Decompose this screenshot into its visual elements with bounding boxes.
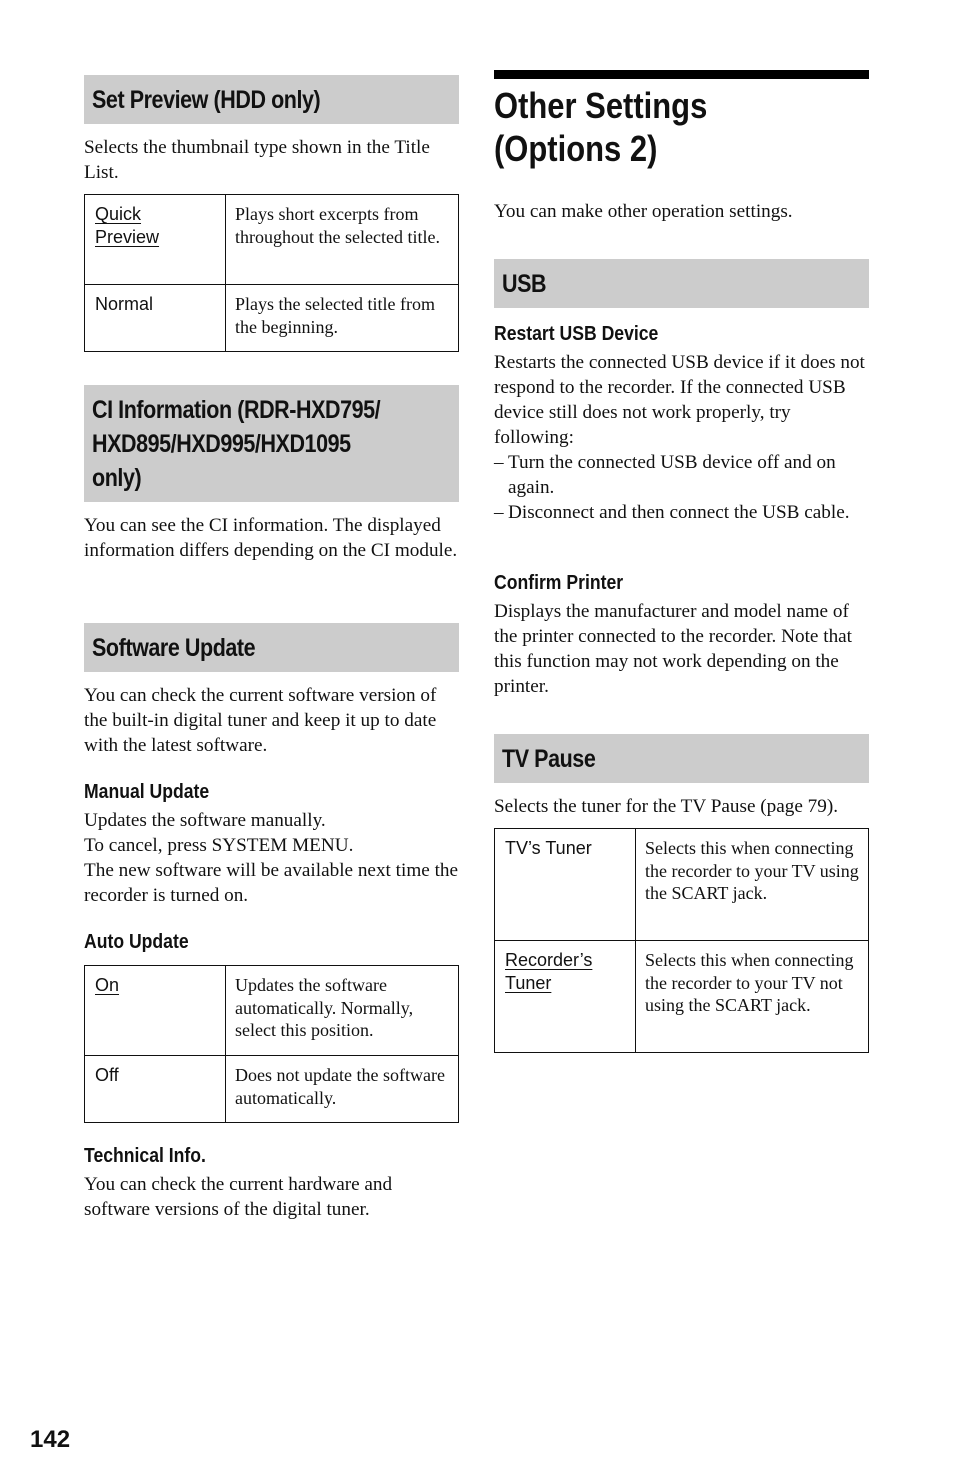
section-heading-tv-pause: TV Pause [494, 734, 869, 783]
table-row: TV’s Tuner Selects this when connecting … [494, 828, 869, 941]
page-title: Other Settings (Options 2) [494, 85, 708, 169]
table-row: Recorder’s Tuner Selects this when conne… [494, 940, 869, 1053]
section-heading-usb: USB [494, 259, 869, 308]
option-description: Plays short excerpts from throughout the… [225, 194, 459, 285]
confirm-printer-body: Displays the manufacturer and model name… [494, 601, 853, 697]
option-description: Does not update the software automatical… [225, 1055, 459, 1123]
option-description: Selects this when connecting the recorde… [635, 940, 869, 1053]
option-key-off: Off [84, 1055, 226, 1123]
auto-update-options-table: On Updates the software automatically. N… [84, 965, 459, 1123]
option-key-tvs-tuner: TV’s Tuner [494, 828, 636, 941]
subheading-auto-update: Auto Update [84, 931, 189, 953]
subheading-restart-usb-device: Restart USB Device [494, 323, 659, 345]
option-key-on: On [84, 965, 226, 1056]
option-key-quick-preview: Quick Preview [84, 194, 226, 285]
option-key-recorders-tuner: Recorder’s Tuner [494, 940, 636, 1053]
set-preview-options-table: Quick Preview Plays short excerpts from … [84, 194, 459, 352]
software-update-intro: You can check the current software versi… [84, 685, 437, 756]
section-heading-software-update: Software Update [84, 623, 459, 672]
option-description: Updates the software automatically. Norm… [225, 965, 459, 1056]
section-heading-set-preview: Set Preview (HDD only) [84, 75, 459, 124]
list-item: – Turn the connected USB device off and … [494, 452, 836, 498]
tv-pause-options-table: TV’s Tuner Selects this when connecting … [494, 828, 869, 1053]
option-description: Selects this when connecting the recorde… [635, 828, 869, 941]
table-row: Normal Plays the selected title from the… [84, 284, 459, 352]
manual-update-body: Updates the software manually. To cancel… [84, 810, 459, 906]
subheading-manual-update: Manual Update [84, 781, 210, 803]
other-settings-intro: You can make other operation settings. [494, 201, 793, 222]
title-rule [494, 70, 869, 79]
subheading-confirm-printer: Confirm Printer [494, 572, 624, 594]
table-row: Quick Preview Plays short excerpts from … [84, 194, 459, 285]
tv-pause-intro: Selects the tuner for the TV Pause (page… [494, 796, 839, 817]
table-row: On Updates the software automatically. N… [84, 965, 459, 1056]
ci-information-body: You can see the CI information. The disp… [84, 515, 458, 561]
subheading-technical-info: Technical Info. [84, 1145, 206, 1167]
technical-info-body: You can check the current hardware and s… [84, 1174, 393, 1220]
option-key-normal: Normal [84, 284, 226, 352]
table-row: Off Does not update the software automat… [84, 1055, 459, 1123]
set-preview-intro: Selects the thumbnail type shown in the … [84, 137, 430, 183]
section-heading-ci-information: CI Information (RDR-HXD795/ HXD895/HXD99… [84, 385, 459, 502]
page-number: 142 [30, 1426, 71, 1453]
option-description: Plays the selected title from the beginn… [225, 284, 459, 352]
list-item: – Disconnect and then connect the USB ca… [494, 502, 850, 523]
restart-usb-body: Restarts the connected USB device if it … [494, 350, 869, 525]
